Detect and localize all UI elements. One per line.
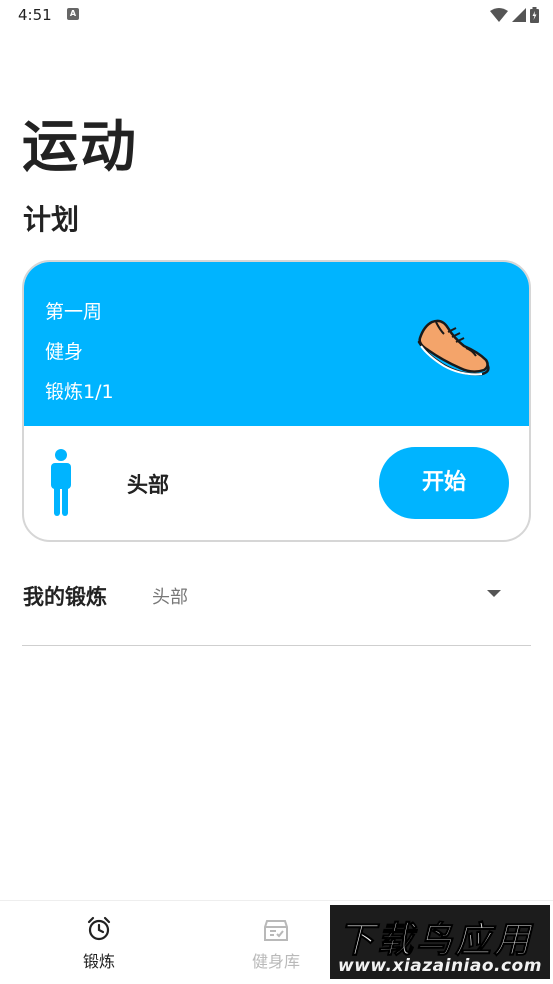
status-icons [490,6,539,24]
nav-item-train[interactable]: 锻炼 [24,901,174,984]
my-training-row: 我的锻炼 头部 [22,570,531,646]
watermark-logo: 下载鸟应用 www.xiazainiao.com [330,905,550,979]
plan-body-part: 头部 [127,473,169,497]
nav-item-library[interactable]: 健身库 [201,901,351,984]
nav-label-train: 锻炼 [82,952,115,971]
status-time: 4:51 [18,6,52,24]
plan-category: 健身 [45,341,84,363]
plan-card-body: 头部 开始 [24,426,529,540]
status-bar: 4:51 A [0,0,553,32]
library-box-icon [264,920,288,941]
plan-progress: 锻炼1/1 [45,381,114,403]
sneaker-icon [417,319,490,376]
my-training-label: 我的锻炼 [23,585,107,609]
nav-label-library: 健身库 [251,952,300,971]
start-button[interactable]: 开始 [379,447,509,519]
plan-card-header: 第一周 健身 锻炼1/1 [24,262,529,426]
page-title: 运动 [22,115,138,180]
app-screen: 4:51 A 运动 计划 第一周 健身 锻炼1/1 头部 开始 我的锻炼 头部 … [0,0,553,984]
plan-week: 第一周 [45,301,103,323]
battery-icon [530,7,539,23]
body-part-select-value: 头部 [152,587,188,608]
notification-icon: A [67,8,79,20]
signal-icon [512,8,526,22]
watermark-url: www.xiazainiao.com [338,956,542,976]
dropdown-arrow-icon[interactable] [487,590,501,597]
alarm-clock-icon [87,916,111,941]
person-icon [51,449,71,516]
section-title: 计划 [23,203,80,236]
body-part-select[interactable]: 头部 [150,570,531,622]
plan-card[interactable]: 第一周 健身 锻炼1/1 头部 开始 [22,260,531,542]
wifi-icon [490,8,508,22]
